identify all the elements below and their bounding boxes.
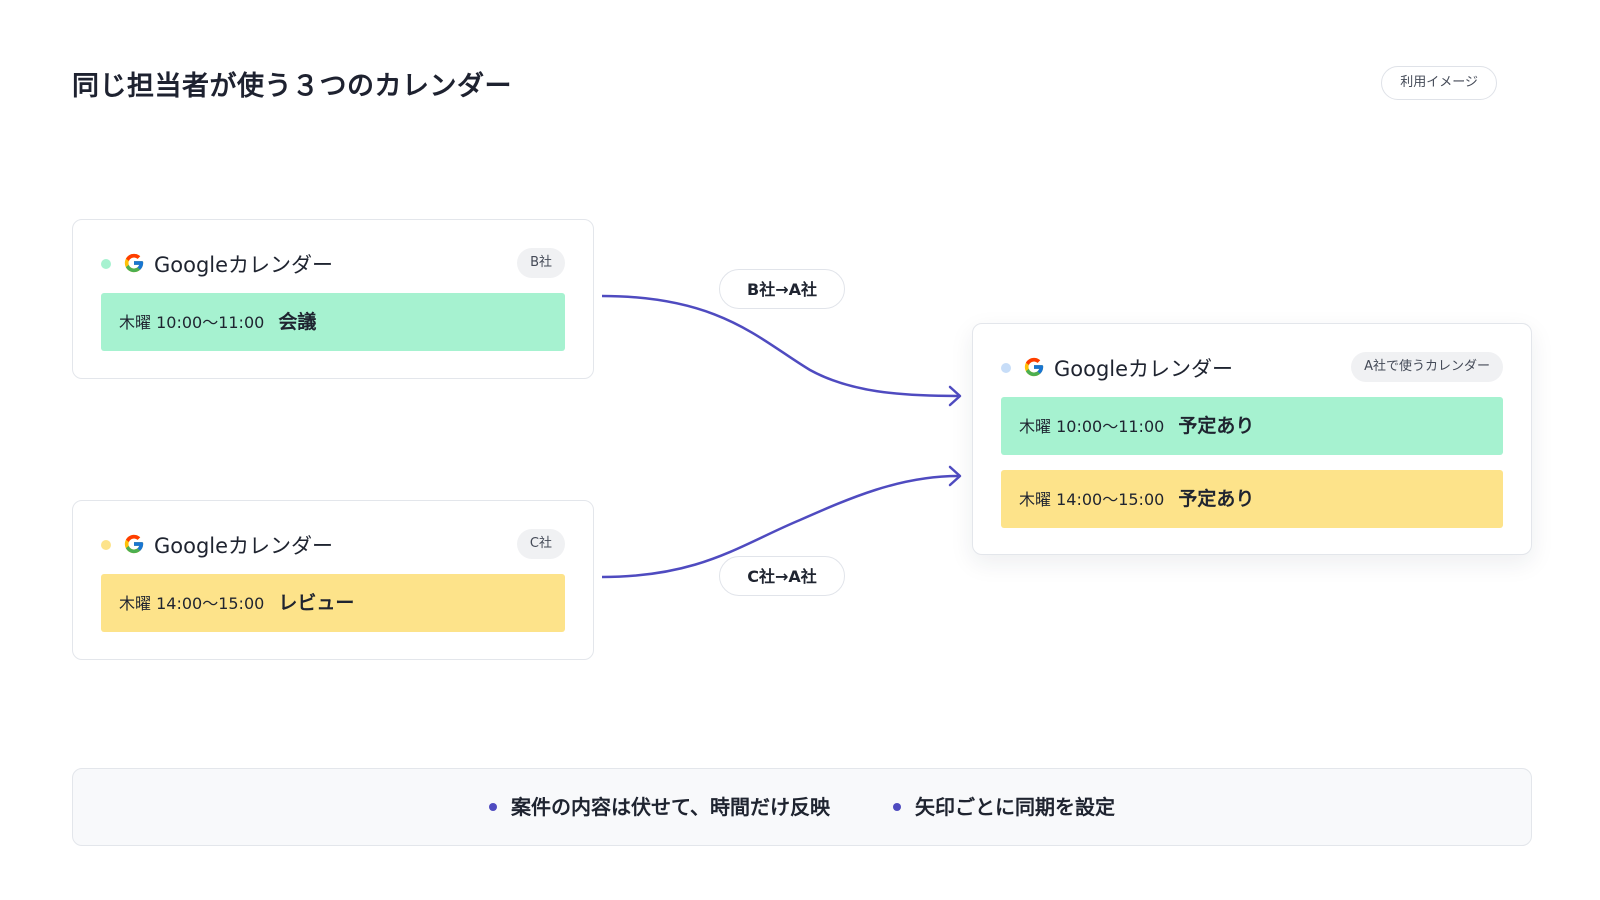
status-dot-blue: [1001, 363, 1011, 373]
arrow-b-to-a: [601, 294, 959, 398]
calendar-purpose-tag: A社で使うカレンダー: [1351, 352, 1503, 382]
footer-note-text: 矢印ごとに同期を設定: [914, 795, 1115, 819]
event-time: 木曜 10:00〜11:00: [1019, 417, 1165, 436]
event-row: 木曜 14:00〜15:00 レビュー: [101, 574, 565, 632]
event-row: 木曜 10:00〜11:00 会議: [101, 293, 565, 351]
google-g-icon: [124, 534, 144, 554]
arrow-label-c-to-a: C社→A社: [719, 556, 845, 596]
google-g-icon: [124, 253, 144, 273]
bullet-icon: [892, 802, 901, 811]
company-tag: B社: [517, 248, 565, 278]
status-dot-yellow: [101, 540, 111, 550]
footer-note-text: 案件の内容は伏せて、時間だけ反映: [511, 795, 831, 819]
app-name: Googleカレンダー: [154, 534, 334, 558]
card-header: Googleカレンダー C社: [101, 529, 565, 559]
event-row: 木曜 10:00〜11:00 予定あり: [1001, 397, 1503, 455]
status-dot-green: [101, 259, 111, 269]
footer-note: 案件の内容は伏せて、時間だけ反映: [489, 769, 830, 845]
bullet-icon: [489, 802, 498, 811]
card-header: Googleカレンダー B社: [101, 248, 565, 278]
event-row: 木曜 14:00〜15:00 予定あり: [1001, 470, 1503, 528]
event-time: 木曜 14:00〜15:00: [119, 594, 265, 613]
calendar-card-c: Googleカレンダー C社 木曜 14:00〜15:00 レビュー: [72, 500, 594, 660]
event-title: 会議: [278, 311, 317, 333]
calendar-card-b: Googleカレンダー B社 木曜 10:00〜11:00 会議: [72, 219, 594, 379]
calendar-card-a: Googleカレンダー A社で使うカレンダー 木曜 10:00〜11:00 予定あ…: [972, 323, 1532, 555]
arrow-label-b-to-a: B社→A社: [719, 269, 845, 309]
footer-note: 矢印ごとに同期を設定: [892, 769, 1115, 845]
event-title: 予定あり: [1178, 415, 1255, 437]
event-title: レビュー: [278, 592, 355, 614]
card-header: Googleカレンダー A社で使うカレンダー: [1001, 352, 1503, 382]
app-name: Googleカレンダー: [1054, 357, 1234, 381]
event-time: 木曜 10:00〜11:00: [119, 313, 265, 332]
company-tag: C社: [516, 529, 565, 559]
event-title: 予定あり: [1178, 488, 1255, 510]
app-name: Googleカレンダー: [154, 253, 334, 277]
google-g-icon: [1024, 357, 1044, 377]
notes-footer: 案件の内容は伏せて、時間だけ反映 矢印ごとに同期を設定: [72, 768, 1532, 846]
event-time: 木曜 14:00〜15:00: [1019, 490, 1165, 509]
